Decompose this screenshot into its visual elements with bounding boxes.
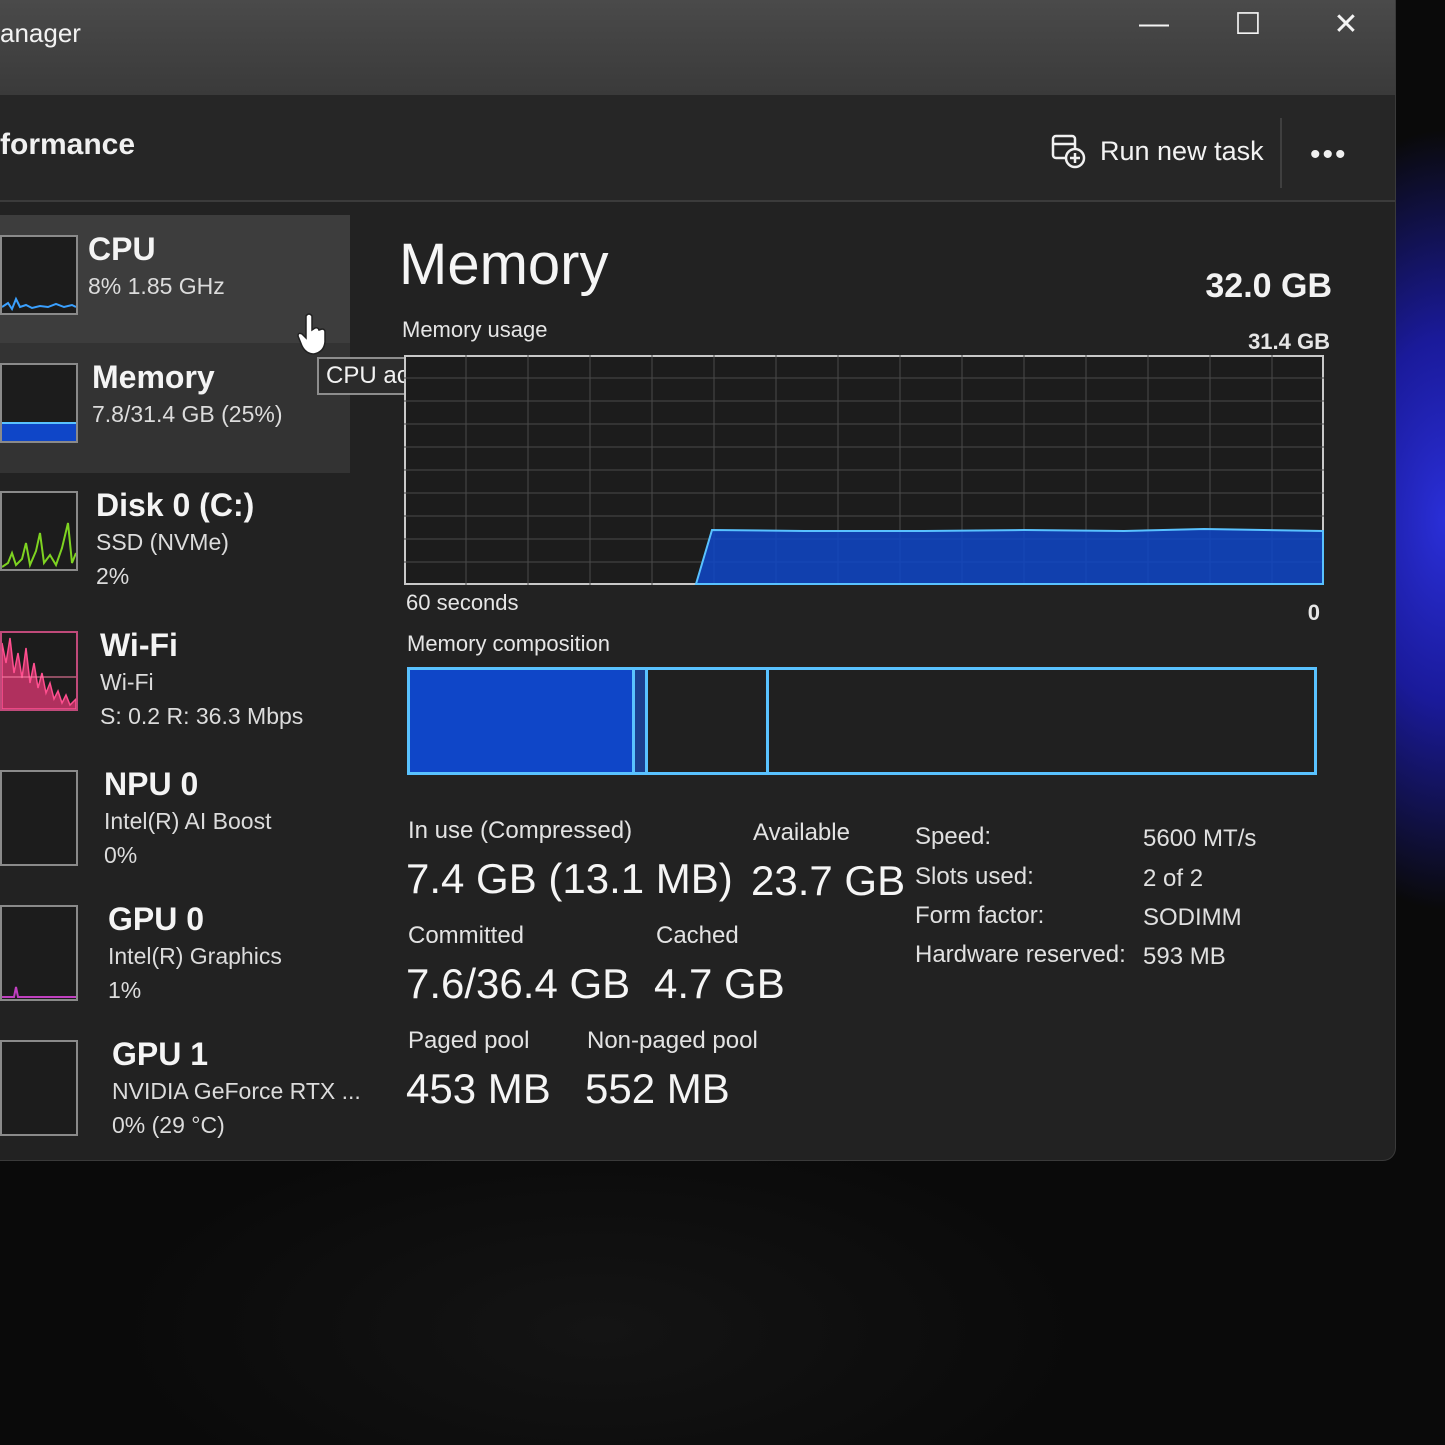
maximize-button[interactable]: ☐	[1218, 4, 1278, 44]
memory-thumbnail-graph	[0, 363, 78, 443]
sidebar-item-name: CPU	[88, 231, 156, 267]
memory-total: 32.0 GB	[1205, 267, 1332, 305]
wifi-thumbnail-graph	[0, 631, 78, 711]
sidebar-item-detail: 7.8/31.4 GB (25%)	[92, 401, 283, 427]
sidebar-item-detail: 8% 1.85 GHz	[88, 273, 225, 299]
app-title: anager	[0, 18, 81, 48]
disk-thumbnail-graph	[0, 491, 78, 571]
close-icon: ✕	[1333, 7, 1359, 41]
speed-value: 5600 MT/s	[1143, 825, 1257, 852]
command-separator	[1280, 118, 1282, 188]
sidebar-item-memory[interactable]: Memory 7.8/31.4 GB (25%)	[0, 343, 350, 473]
run-task-icon	[1051, 134, 1086, 169]
sidebar-item-name: Disk 0 (C:)	[96, 487, 255, 523]
slots-value: 2 of 2	[1143, 865, 1204, 892]
speed-label: Speed:	[915, 823, 992, 850]
gpu0-thumbnail-graph	[0, 905, 78, 1001]
sidebar-item-npu[interactable]: NPU 0 Intel(R) AI Boost 0%	[0, 750, 350, 880]
sidebar-item-detail: Intel(R) Graphics	[108, 943, 282, 969]
npu-thumbnail-graph	[0, 770, 78, 866]
title-bar[interactable]: anager — ☐ ✕	[0, 0, 1395, 95]
sidebar-item-detail: Intel(R) AI Boost	[104, 808, 272, 834]
minimize-icon: —	[1139, 7, 1169, 40]
sidebar-item-wifi[interactable]: Wi-Fi Wi-Fi S: 0.2 R: 36.3 Mbps	[0, 611, 350, 741]
cpu-thumbnail-graph	[0, 235, 78, 315]
nonpaged-pool-label: Non-paged pool	[587, 1027, 758, 1054]
graph-time-label: 60 seconds	[406, 590, 519, 615]
sidebar-item-name: GPU 1	[112, 1036, 209, 1072]
task-manager-window: anager — ☐ ✕ formance Run new task ••• C…	[0, 0, 1395, 1160]
sidebar-item-name: GPU 0	[108, 901, 205, 937]
hand-cursor-icon	[297, 313, 326, 355]
page-title: formance	[0, 128, 136, 161]
slots-label: Slots used:	[915, 863, 1034, 890]
sidebar-item-name: Memory	[92, 359, 215, 395]
sidebar-item-temperature: 0% (29 °C)	[112, 1112, 225, 1138]
memory-usage-label: Memory usage	[402, 317, 548, 342]
minimize-button[interactable]: —	[1124, 4, 1184, 44]
nonpaged-pool-value: 552 MB	[585, 1065, 730, 1112]
cached-value: 4.7 GB	[654, 960, 785, 1007]
paged-pool-value: 453 MB	[406, 1065, 551, 1112]
sidebar-item-detail: Wi-Fi	[100, 669, 154, 695]
maximize-icon: ☐	[1234, 7, 1262, 41]
composition-modified	[635, 670, 648, 772]
memory-composition-label: Memory composition	[407, 631, 610, 656]
form-factor-value: SODIMM	[1143, 904, 1242, 931]
close-button[interactable]: ✕	[1316, 4, 1376, 44]
composition-free	[769, 670, 1314, 772]
sidebar-item-detail: SSD (NVMe)	[96, 529, 229, 555]
memory-usage-graph	[404, 355, 1324, 585]
memory-usage-area	[694, 527, 1324, 585]
memory-composition-bar	[407, 667, 1317, 775]
cached-label: Cached	[656, 922, 739, 949]
sidebar-item-name: NPU 0	[104, 766, 199, 802]
run-new-task-button[interactable]: Run new task	[1050, 128, 1264, 174]
paged-pool-label: Paged pool	[408, 1027, 530, 1054]
more-options-button[interactable]: •••	[1310, 138, 1348, 172]
sidebar-item-disk[interactable]: Disk 0 (C:) SSD (NVMe) 2%	[0, 471, 350, 601]
sidebar-item-detail: NVIDIA GeForce RTX ...	[112, 1078, 361, 1104]
available-value: 23.7 GB	[751, 857, 906, 904]
committed-value: 7.6/36.4 GB	[406, 960, 631, 1007]
form-factor-label: Form factor:	[915, 902, 1045, 929]
composition-standby	[648, 670, 769, 772]
sidebar-item-name: Wi-Fi	[100, 627, 178, 663]
composition-in-use	[410, 670, 635, 772]
in-use-label: In use (Compressed)	[408, 817, 633, 844]
in-use-value: 7.4 GB (13.1 MB)	[406, 855, 733, 902]
run-task-label: Run new task	[1100, 135, 1264, 166]
sidebar-item-gpu0[interactable]: GPU 0 Intel(R) Graphics 1%	[0, 885, 350, 1015]
available-label: Available	[753, 819, 850, 846]
memory-usage-max: 31.4 GB	[1248, 329, 1330, 354]
sidebar-item-usage: 2%	[96, 563, 130, 589]
sidebar-item-usage: 1%	[108, 977, 142, 1003]
hardware-reserved-label: Hardware reserved:	[915, 941, 1126, 968]
sidebar-item-gpu1[interactable]: GPU 1 NVIDIA GeForce RTX ... 0% (29 °C)	[0, 1020, 361, 1150]
graph-min-label: 0	[1307, 600, 1320, 625]
sidebar-item-usage: 0%	[104, 842, 138, 868]
committed-label: Committed	[408, 922, 525, 949]
memory-title: Memory	[399, 232, 609, 297]
sidebar-item-throughput: S: 0.2 R: 36.3 Mbps	[100, 703, 304, 729]
gpu1-thumbnail-graph	[0, 1040, 78, 1136]
memory-detail-panel: Memory 32.0 GB Memory usage 31.4 GB 60 s…	[395, 205, 1355, 1155]
hardware-reserved-value: 593 MB	[1143, 943, 1226, 970]
